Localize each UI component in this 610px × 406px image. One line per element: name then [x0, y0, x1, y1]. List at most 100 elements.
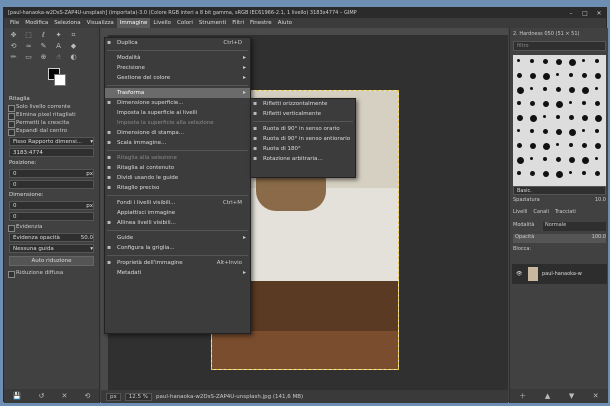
brush-preset-icon[interactable] — [582, 73, 587, 78]
ratio-dropdown[interactable]: Fisso Rapporto dimensi... ▾ — [9, 137, 94, 146]
dodge-tool-icon[interactable]: ◐ — [67, 53, 80, 62]
brush-preset-icon[interactable] — [569, 157, 575, 163]
brush-preset-icon[interactable] — [530, 87, 533, 90]
menu-item[interactable]: ▪ Dimensione superficie... — [105, 98, 250, 108]
brush-preset-icon[interactable] — [543, 87, 547, 91]
brush-preset-icon[interactable] — [595, 101, 600, 106]
brush-preset[interactable]: Basic. — [513, 186, 606, 195]
menu-item[interactable]: ▪ Rotazione arbitraria... — [251, 154, 355, 164]
layer-tab[interactable]: Livelli — [510, 208, 530, 217]
brush-preset-icon[interactable] — [517, 59, 520, 62]
brush-preset-icon[interactable] — [582, 101, 586, 105]
brush-preset-icon[interactable] — [556, 171, 563, 178]
highlight-opacity-slider[interactable]: Evidenza opacità 50.0 — [9, 233, 94, 242]
option-checkbox[interactable]: Espandi dal centro — [4, 127, 99, 136]
menu-1[interactable]: Modifica — [22, 18, 51, 28]
brush-preset-icon[interactable] — [530, 101, 535, 106]
brush-preset-icon[interactable] — [530, 115, 537, 122]
menu-item[interactable]: Guide ▸ — [105, 233, 250, 243]
menu-item[interactable]: Metadati ▸ — [105, 268, 250, 278]
option-checkbox[interactable]: Solo livello corrente — [4, 103, 99, 112]
brush-preset-icon[interactable] — [556, 129, 562, 135]
warp-tool-icon[interactable]: ≈ — [22, 42, 35, 51]
brush-preset-icon[interactable] — [530, 143, 536, 149]
brush-preset-icon[interactable] — [543, 73, 550, 80]
crop-tool-icon[interactable]: ⌗ — [67, 31, 80, 40]
menu-item[interactable]: ▪ Duplica Ctrl+D — [105, 38, 250, 48]
ratio-field[interactable]: 3183:4774 — [9, 148, 94, 157]
mode-value[interactable]: Normale — [543, 222, 606, 231]
option-checkbox[interactable]: Permetti la crescita — [4, 119, 99, 128]
delete-layer-icon[interactable]: ✕ — [593, 392, 599, 400]
zoom-select[interactable]: 12.5 % — [124, 392, 152, 401]
menu-item[interactable]: Gestione del colore ▸ — [105, 73, 250, 83]
option-checkbox[interactable]: Elimina pixel ritagliati — [4, 111, 99, 120]
delete-icon[interactable]: ✕ — [61, 392, 67, 400]
lasso-icon[interactable]: ℓ — [37, 31, 50, 40]
brush-preset-icon[interactable] — [569, 73, 573, 77]
brush-preset-icon[interactable] — [543, 129, 548, 134]
text-tool-icon[interactable]: A — [52, 42, 65, 51]
brush-preset-icon[interactable] — [556, 87, 561, 92]
fuzzy-select-icon[interactable]: ✦ — [52, 31, 65, 40]
brush-preset-icon[interactable] — [569, 115, 574, 120]
spacing-row[interactable]: Spaziatura 10.0 — [513, 197, 606, 206]
rect-select-icon[interactable]: ⬚ — [22, 31, 35, 40]
brush-preset-icon[interactable] — [582, 129, 585, 132]
menu-item[interactable]: ▪ Dividi usando le guide — [105, 173, 250, 183]
brush-preset-icon[interactable] — [569, 171, 572, 174]
menu-9[interactable]: Finestre — [247, 18, 275, 28]
menu-item[interactable]: ▪ Ruota di 90° in senso antiorario — [251, 134, 355, 144]
smudge-tool-icon[interactable]: ☝ — [52, 53, 65, 62]
menu-item[interactable]: ▪ Configura la griglia... — [105, 243, 250, 253]
brush-preset-icon[interactable] — [543, 115, 546, 118]
restore-icon[interactable]: ↺ — [38, 392, 44, 400]
menu-item[interactable]: Trasforma ▸ — [105, 88, 250, 98]
eye-icon[interactable]: 👁 — [516, 271, 522, 277]
menu-item[interactable]: Fondi i livelli visibili... Ctrl+M — [105, 198, 250, 208]
brush-preset-icon[interactable] — [543, 101, 549, 107]
size-w-field[interactable]: 0 px — [9, 201, 94, 210]
brush-grid[interactable] — [513, 55, 606, 195]
move-tool-icon[interactable]: ✥ — [7, 31, 20, 40]
brush-preset-icon[interactable] — [582, 87, 589, 94]
menu-item[interactable]: ▪ Scala immagine... — [105, 138, 250, 148]
brush-preset-icon[interactable] — [582, 157, 589, 164]
new-layer-icon[interactable]: ＋ — [519, 391, 526, 401]
menu-3[interactable]: Visualizza — [84, 18, 117, 28]
brush-preset-icon[interactable] — [517, 115, 523, 121]
menu-item[interactable]: ▪ Dimensione di stampa... — [105, 128, 250, 138]
save-options-icon[interactable]: 💾 — [13, 392, 22, 400]
menu-item[interactable]: ▪ Ritaglio preciso — [105, 183, 250, 193]
layer-up-icon[interactable]: ▲ — [545, 392, 550, 400]
close-icon[interactable]: ✕ — [592, 10, 606, 17]
guide-dropdown[interactable]: Nessuna guida ▾ — [9, 244, 94, 253]
menu-8[interactable]: Filtri — [229, 18, 247, 28]
bucket-tool-icon[interactable]: ◆ — [67, 42, 80, 51]
brush-preset-icon[interactable] — [595, 157, 598, 160]
brush-tool-icon[interactable]: ✏ — [7, 53, 20, 62]
menu-10[interactable]: Aiuto — [275, 18, 295, 28]
opacity-slider[interactable]: Opacità 100.0 — [513, 234, 606, 243]
brush-preset-icon[interactable] — [517, 87, 524, 94]
menu-item[interactable]: ▪ Rifletti orizzontalmente — [251, 99, 355, 109]
brush-preset-icon[interactable] — [582, 59, 585, 62]
highlight-checkbox[interactable]: Evidenzia — [4, 223, 99, 232]
brush-filter-input[interactable]: filtro — [513, 41, 606, 51]
brush-preset-icon[interactable] — [582, 143, 587, 148]
menu-item[interactable]: Precisione ▸ — [105, 63, 250, 73]
brush-preset-icon[interactable] — [530, 73, 536, 79]
menu-item[interactable]: Imposta la superficie ai livelli — [105, 108, 250, 118]
layer-tab[interactable]: Tracciati — [552, 208, 579, 217]
brush-preset-icon[interactable] — [569, 87, 575, 93]
brush-preset-icon[interactable] — [595, 143, 601, 149]
mode-row[interactable]: Modalità Normale — [513, 222, 606, 231]
brush-preset-icon[interactable] — [517, 171, 521, 175]
brush-preset-icon[interactable] — [556, 73, 559, 76]
position-y-field[interactable]: 0 — [9, 180, 94, 189]
maximize-icon[interactable]: □ — [578, 10, 592, 17]
brush-preset-icon[interactable] — [569, 129, 576, 136]
auto-shrink-button[interactable]: Auto riduzione — [9, 256, 94, 266]
brush-preset-icon[interactable] — [595, 171, 600, 176]
brush-preset-icon[interactable] — [595, 87, 598, 90]
